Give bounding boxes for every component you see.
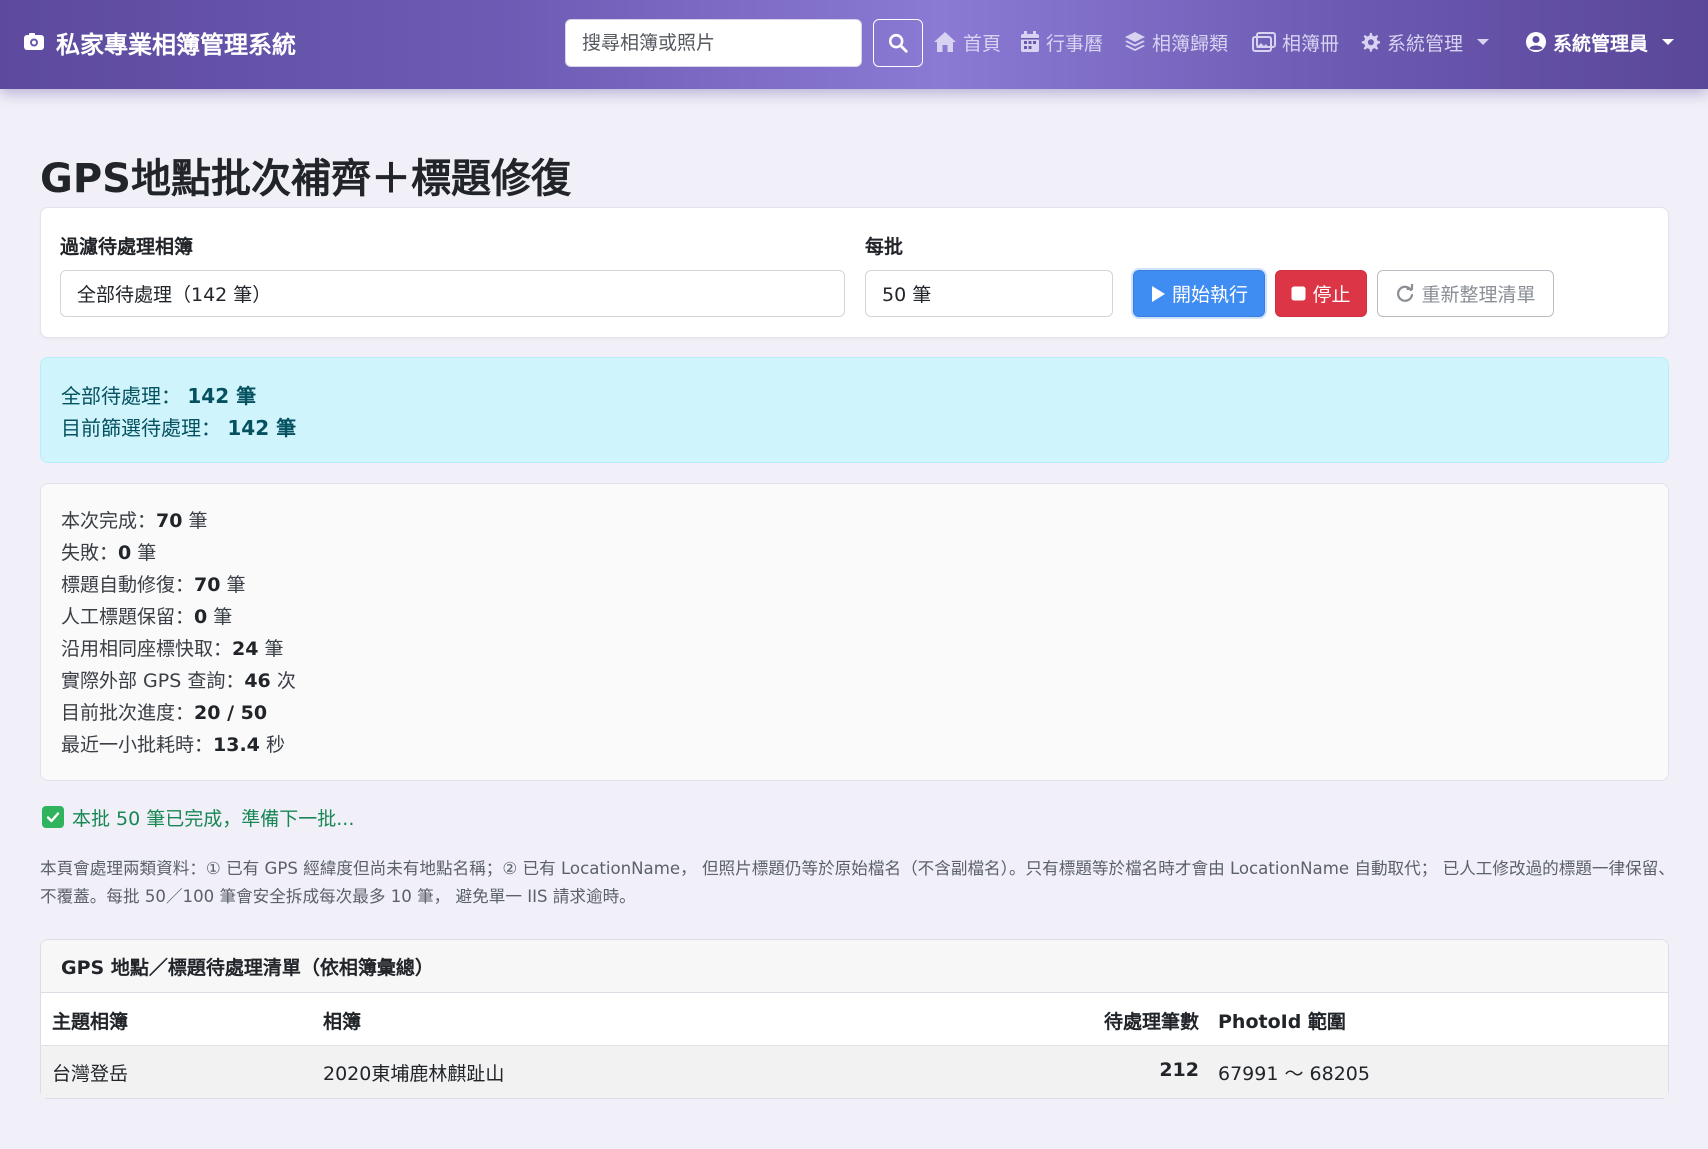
batch-status-message: 本批 50 筆已完成，準備下一批... [42, 804, 354, 830]
brand-title: 私家專業相簿管理系統 [56, 30, 296, 59]
batch-size-select[interactable]: 50 筆 [865, 270, 1113, 317]
stat-batch-progress: 目前批次進度：20 / 50 [61, 702, 268, 724]
play-icon [1151, 285, 1165, 302]
refresh-icon [1397, 283, 1414, 302]
search-input[interactable] [565, 19, 862, 67]
stat-failed: 失敗：0 筆 [61, 542, 157, 564]
search-button[interactable] [873, 19, 923, 67]
filtered-pending: 目前篩選待處理： 142 筆 [61, 416, 297, 440]
nav-home[interactable]: 首頁 [933, 26, 1001, 58]
calendar-icon [1021, 31, 1039, 52]
cell-pending-count: 212 [1159, 1059, 1199, 1081]
search-icon [888, 33, 908, 53]
batch-size-label: 每批 [865, 236, 904, 258]
user-circle-icon [1526, 32, 1546, 52]
nav-album-categories[interactable]: 相簿歸類 [1124, 26, 1228, 58]
page-title: GPS地點批次補齊＋標題修復 [40, 156, 571, 202]
progress-stats-panel: 本次完成：70 筆 失敗：0 筆 標題自動修復：70 筆 人工標題保留：0 筆 … [40, 483, 1669, 781]
check-icon [42, 806, 64, 828]
top-navbar: 私家專業相簿管理系統 首頁 行事曆 相簿歸類 相簿冊 系統管理 系統管理員 [0, 0, 1708, 89]
stop-icon [1291, 286, 1306, 301]
camera-icon [22, 30, 46, 54]
table-row[interactable] [41, 1046, 1668, 1098]
album-filter-label: 過濾待處理相簿 [60, 236, 194, 258]
total-pending: 全部待處理： 142 筆 [61, 384, 257, 408]
stat-last-batch-time: 最近一小批耗時：13.4 秒 [61, 734, 285, 756]
brand-link[interactable]: 私家專業相簿管理系統 [22, 24, 296, 60]
stat-coordinate-cache: 沿用相同座標快取：24 筆 [61, 638, 284, 660]
column-header-album: 相簿 [323, 1011, 362, 1033]
cell-theme-album: 台灣登岳 [52, 1063, 129, 1085]
stat-manual-title-kept: 人工標題保留：0 筆 [61, 606, 233, 628]
pending-list-title: GPS 地點／標題待處理清單（依相簿彙總） [41, 940, 1668, 993]
cell-photoid-range: 67991 ～ 68205 [1218, 1063, 1370, 1085]
pending-summary-alert: 全部待處理： 142 筆 目前篩選待處理： 142 筆 [40, 357, 1669, 463]
user-menu[interactable]: 系統管理員 [1525, 26, 1675, 58]
home-icon [934, 32, 956, 52]
stat-title-auto-fixed: 標題自動修復：70 筆 [61, 574, 246, 596]
column-header-photoid-range: PhotoId 範圍 [1218, 1011, 1346, 1033]
nav-album-books[interactable]: 相簿冊 [1252, 26, 1339, 58]
gear-icon [1361, 32, 1381, 52]
column-header-theme-album: 主題相簿 [52, 1011, 129, 1033]
chevron-down-icon [1662, 39, 1675, 45]
refresh-list-button[interactable]: 重新整理清單 [1377, 270, 1554, 317]
stat-completed: 本次完成：70 筆 [61, 510, 208, 532]
chevron-down-icon [1477, 39, 1490, 45]
nav-calendar[interactable]: 行事曆 [1020, 26, 1103, 58]
images-icon [1252, 32, 1276, 52]
layers-icon [1125, 32, 1145, 51]
start-button[interactable]: 開始執行 [1133, 270, 1265, 317]
stop-button[interactable]: 停止 [1275, 270, 1367, 317]
column-header-pending-count: 待處理筆數 [1103, 1011, 1199, 1033]
album-filter-select[interactable]: 全部待處理（142 筆） [60, 270, 845, 317]
nav-system-admin[interactable]: 系統管理 [1359, 26, 1490, 58]
stat-external-gps-queries: 實際外部 GPS 查詢：46 次 [61, 670, 296, 692]
help-text: 本頁會處理兩類資料：① 已有 GPS 經緯度但尚未有地點名稱；② 已有 Loca… [40, 859, 1675, 906]
cell-album: 2020東埔鹿林麒趾山 [323, 1063, 505, 1085]
